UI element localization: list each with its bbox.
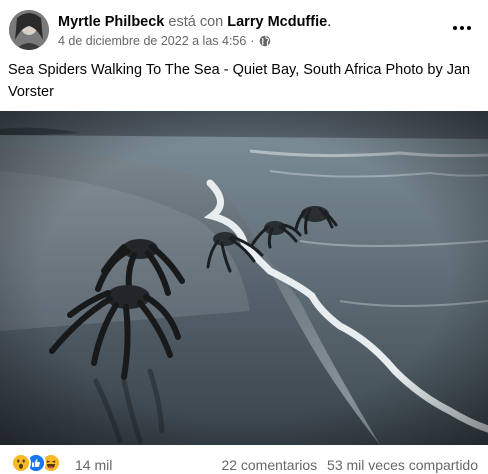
with-text: está con	[168, 14, 224, 30]
wow-reaction-icon	[11, 453, 31, 473]
post-caption: Sea Spiders Walking To The Sea - Quiet B…	[8, 62, 471, 100]
more-dot	[460, 26, 464, 30]
author-line: Myrtle Philbeck está con Larry Mcduffie.	[58, 13, 331, 31]
author-name-link[interactable]: Myrtle Philbeck	[58, 14, 164, 30]
comments-count-link[interactable]: 22 comentarios	[221, 457, 317, 473]
globe-icon	[259, 35, 271, 47]
shares-count-link[interactable]: 53 mil veces compartido	[327, 457, 478, 473]
post-timestamp-link[interactable]: 4 de diciembre de 2022 a las 4:56	[58, 33, 246, 49]
reaction-count[interactable]: 14 mil	[75, 457, 112, 473]
more-options-icon	[453, 26, 457, 30]
name-period: .	[327, 14, 332, 30]
author-avatar[interactable]	[9, 10, 49, 50]
post-meta: 4 de diciembre de 2022 a las 4:56 ·	[58, 33, 271, 49]
post-header: Myrtle Philbeck está con Larry Mcduffie.…	[0, 0, 488, 56]
post-footer: 14 mil 22 comentarios 53 mil veces compa…	[0, 448, 488, 474]
engagement-stats: 22 comentarios 53 mil veces compartido	[221, 457, 478, 473]
reactions-summary[interactable]	[11, 453, 61, 473]
tagged-user-link[interactable]: Larry Mcduffie	[227, 14, 327, 30]
more-options-button[interactable]	[450, 16, 474, 40]
meta-separator: ·	[250, 34, 255, 48]
more-dot	[467, 26, 471, 30]
post-photo[interactable]	[0, 111, 488, 445]
